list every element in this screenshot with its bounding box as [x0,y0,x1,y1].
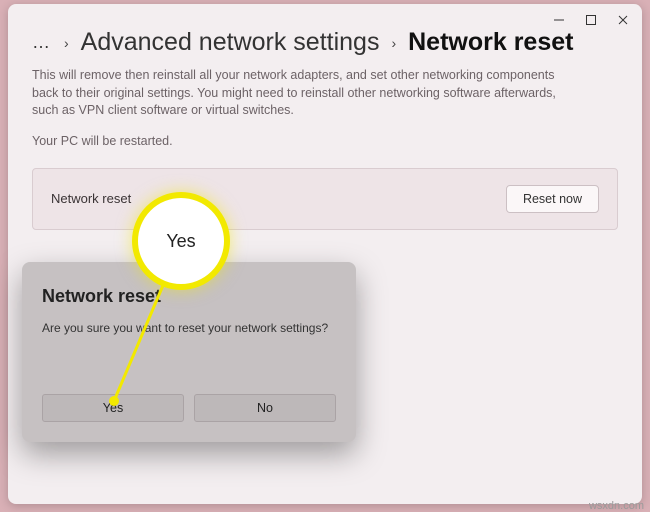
dialog-button-row: Yes No [42,394,336,422]
breadcrumb-overflow-icon[interactable]: … [32,32,52,53]
no-button[interactable]: No [194,394,336,422]
dialog-message: Are you sure you want to reset your netw… [42,321,336,335]
callout-bubble: Yes [132,192,230,290]
reset-now-button[interactable]: Reset now [506,185,599,213]
network-reset-card: Network reset Reset now [32,168,618,230]
callout-dot [109,396,119,406]
minimize-icon[interactable] [552,13,566,27]
page-description: This will remove then reinstall all your… [8,63,608,120]
chevron-right-icon: › [391,35,396,51]
watermark: wsxdn.com [589,500,644,512]
breadcrumb-parent[interactable]: Advanced network settings [81,28,380,57]
close-icon[interactable] [616,13,630,27]
card-label: Network reset [51,191,131,206]
callout-text: Yes [166,231,195,252]
maximize-icon[interactable] [584,13,598,27]
chevron-right-icon: › [64,35,69,51]
restart-note: Your PC will be restarted. [8,120,642,148]
window-titlebar [540,4,642,36]
